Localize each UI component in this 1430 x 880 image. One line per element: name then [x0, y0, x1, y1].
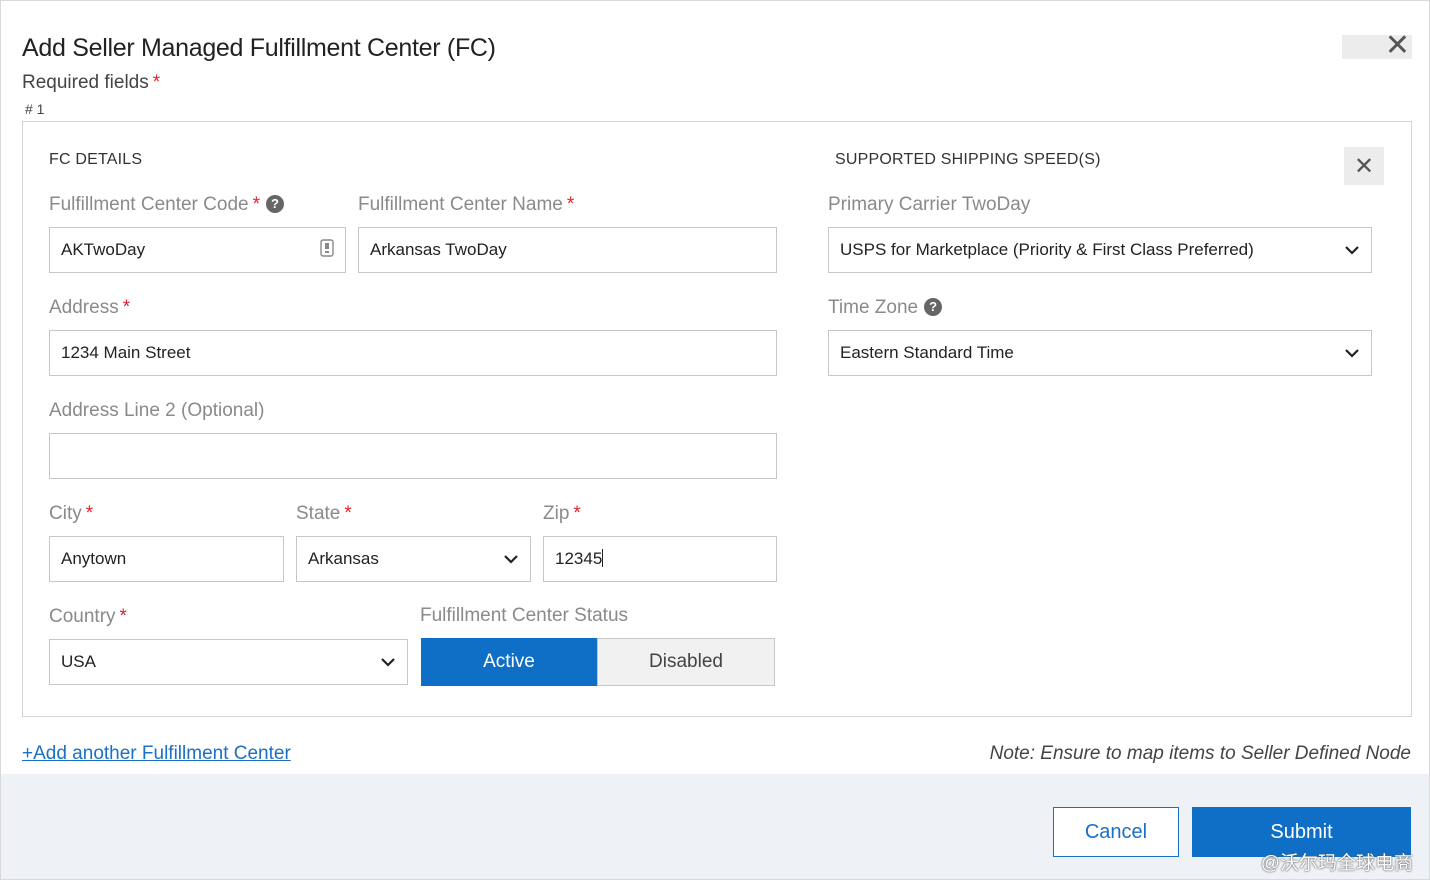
- time-zone-select[interactable]: Eastern Standard Time: [828, 330, 1372, 376]
- country-select[interactable]: USA: [49, 639, 408, 685]
- add-fc-dialog: Add Seller Managed Fulfillment Center (F…: [0, 0, 1430, 880]
- zip-value-wrap: 12345: [555, 549, 765, 569]
- status-disabled-button[interactable]: Disabled: [597, 638, 775, 686]
- country-label: Country *: [49, 606, 127, 628]
- required-marker: *: [573, 503, 581, 524]
- primary-carrier-label: Primary Carrier TwoDay: [828, 194, 1031, 215]
- help-icon[interactable]: ?: [924, 297, 943, 316]
- fc-name-label-text: Fulfillment Center Name: [358, 194, 563, 215]
- fc-name-value: Arkansas TwoDay: [370, 240, 507, 259]
- address2-label: Address Line 2 (Optional): [49, 400, 265, 421]
- zip-label: Zip *: [543, 503, 581, 525]
- state-value: Arkansas: [308, 549, 379, 568]
- city-label-text: City: [49, 503, 82, 524]
- required-marker: *: [566, 194, 575, 215]
- fc-code-input[interactable]: AKTwoDay: [49, 227, 346, 273]
- country-value: USA: [61, 652, 96, 671]
- fc-number: # 1: [25, 101, 45, 117]
- address-label-text: Address: [49, 297, 119, 318]
- fc-code-label-text: Fulfillment Center Code: [49, 194, 249, 215]
- close-icon: ✕: [1384, 29, 1410, 62]
- dialog-close-button[interactable]: ✕: [1342, 31, 1412, 61]
- zip-label-text: Zip: [543, 503, 570, 524]
- watermark: @沃尔玛全球电商: [1260, 853, 1413, 874]
- time-zone-label-text: Time Zone: [828, 297, 919, 318]
- address-value: 1234 Main Street: [61, 343, 191, 362]
- fc-name-input[interactable]: Arkansas TwoDay: [358, 227, 777, 273]
- address-input[interactable]: 1234 Main Street: [49, 330, 777, 376]
- text-cursor: [602, 549, 604, 567]
- state-select[interactable]: Arkansas: [296, 536, 531, 582]
- fc-name-label: Fulfillment Center Name *: [358, 194, 574, 216]
- required-marker: *: [152, 72, 161, 93]
- fc-details-heading: FC DETAILS: [49, 151, 143, 168]
- required-marker: *: [122, 297, 131, 318]
- address2-input[interactable]: [49, 433, 777, 479]
- required-marker: *: [119, 606, 127, 627]
- required-fields-label: Required fields: [22, 72, 149, 93]
- chevron-down-icon: [1344, 345, 1360, 361]
- help-icon[interactable]: ?: [266, 194, 284, 213]
- city-value: Anytown: [61, 549, 127, 568]
- time-zone-label: Time Zone?: [828, 297, 943, 319]
- chevron-down-icon: [503, 551, 519, 567]
- fc-card: FC DETAILS Fulfillment Center Code *? AKT…: [22, 121, 1412, 717]
- fc-code-value: AKTwoDay: [61, 240, 146, 259]
- close-icon: ✕: [1353, 152, 1375, 180]
- status-active-button[interactable]: Active: [421, 638, 597, 686]
- cancel-button[interactable]: Cancel: [1053, 807, 1179, 857]
- primary-carrier-select[interactable]: USPS for Marketplace (Priority & First C…: [828, 227, 1372, 273]
- mapping-note: Note: Ensure to map items to Seller Defi…: [989, 743, 1411, 764]
- chevron-down-icon: [1344, 242, 1360, 258]
- city-input[interactable]: Anytown: [49, 536, 284, 582]
- zip-value: 12345: [555, 549, 603, 568]
- state-label: State *: [296, 503, 352, 525]
- fc-code-label: Fulfillment Center Code *?: [49, 194, 284, 216]
- shipping-speeds-heading: SUPPORTED SHIPPING SPEED(S): [835, 151, 1101, 168]
- autofill-icon: [320, 238, 334, 262]
- dialog-footer: Cancel Submit @沃尔玛全球电商: [1, 774, 1429, 879]
- city-label: City *: [49, 503, 93, 525]
- fc-status-label: Fulfillment Center Status: [420, 605, 629, 626]
- time-zone-value: Eastern Standard Time: [840, 343, 1014, 362]
- dialog-title: Add Seller Managed Fulfillment Center (F…: [22, 34, 496, 62]
- state-label-text: State: [296, 503, 341, 524]
- required-marker: *: [85, 503, 94, 524]
- address-label: Address *: [49, 297, 130, 319]
- required-marker: *: [344, 503, 352, 524]
- required-marker: *: [252, 194, 260, 215]
- primary-carrier-value: USPS for Marketplace (Priority & First C…: [840, 240, 1254, 259]
- zip-input[interactable]: 12345: [543, 536, 777, 582]
- fc-status-toggle: Active Disabled: [421, 638, 775, 686]
- chevron-down-icon: [380, 654, 396, 670]
- required-fields-note: Required fields *: [22, 72, 160, 94]
- remove-fc-button[interactable]: ✕: [1344, 147, 1384, 185]
- country-label-text: Country: [49, 606, 116, 627]
- add-another-fc-link[interactable]: +Add another Fulfillment Center: [22, 743, 291, 765]
